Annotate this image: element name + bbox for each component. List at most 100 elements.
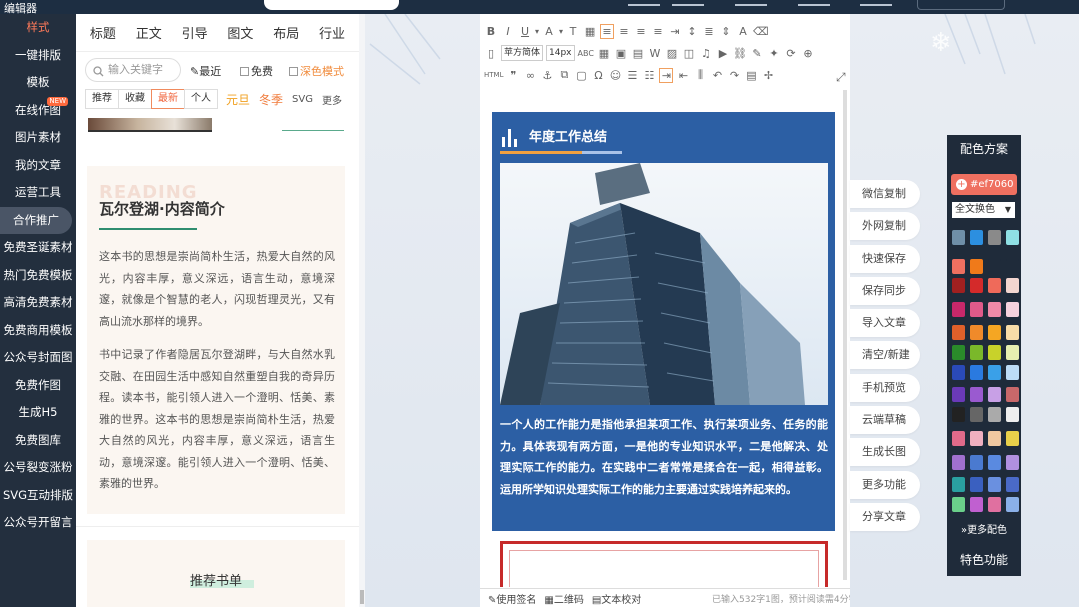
color-swatch[interactable]	[988, 230, 1001, 245]
copy-icon[interactable]: ⧉	[557, 68, 571, 82]
color-swatch[interactable]	[970, 455, 983, 470]
color-swatch[interactable]	[988, 477, 1001, 492]
action-button[interactable]: 分享文章	[850, 502, 920, 531]
music-icon[interactable]: ♫	[699, 47, 713, 60]
html-icon[interactable]: HTML	[484, 71, 503, 79]
style-card[interactable]: READING 瓦尔登湖·内容简介 这本书的思想是崇尚简朴生活，热爱大自然的风光…	[87, 166, 345, 514]
color-swatch[interactable]	[952, 477, 965, 492]
italic-icon[interactable]: I	[501, 25, 515, 38]
transform-icon[interactable]: ⟳	[784, 47, 798, 60]
picture-icon[interactable]: ▨	[665, 47, 679, 60]
top-menu-item[interactable]	[672, 0, 704, 6]
clear-format-icon[interactable]: ⌫	[753, 25, 769, 38]
current-color-button[interactable]: + #ef7060	[951, 174, 1017, 195]
color-swatch[interactable]	[988, 387, 1001, 402]
dropdown-icon[interactable]: ▾	[535, 27, 539, 36]
format-brush-icon[interactable]: ▯	[484, 47, 498, 60]
bold-icon[interactable]: B	[484, 25, 498, 38]
top-menu-item[interactable]	[860, 0, 892, 6]
letter-spacing-icon[interactable]: A	[736, 25, 750, 38]
action-button[interactable]: 导入文章	[850, 309, 920, 338]
filter-tab[interactable]: 推荐	[85, 89, 119, 109]
color-swatch[interactable]	[988, 365, 1001, 380]
color-swatch[interactable]	[988, 259, 1001, 274]
dark-mode-filter[interactable]: 深色模式	[289, 63, 344, 79]
color-swatch[interactable]	[1006, 325, 1019, 340]
grid-icon[interactable]: ▤	[631, 47, 645, 60]
nav-item[interactable]: 生成H5	[0, 399, 76, 427]
color-swatch[interactable]	[1006, 278, 1019, 293]
align-right-icon[interactable]: ≡	[634, 25, 648, 38]
frame-icon[interactable]: ▢	[574, 69, 588, 82]
editor-scrollbar[interactable]	[843, 90, 847, 580]
action-button[interactable]: 云端草稿	[850, 406, 920, 435]
qrcode-button[interactable]: ▦二维码	[544, 591, 583, 606]
nav-item[interactable]: 图片素材	[0, 124, 76, 152]
color-swatch[interactable]	[1006, 365, 1019, 380]
justify-icon[interactable]: ≡	[651, 25, 665, 38]
table-icon[interactable]: ▦	[597, 47, 611, 60]
text-style-icon[interactable]: T	[566, 25, 580, 38]
color-swatch[interactable]	[952, 302, 965, 317]
color-swatch[interactable]	[970, 365, 983, 380]
nav-item[interactable]: 一键排版	[0, 42, 76, 70]
category-tab[interactable]: 正文	[136, 23, 162, 42]
color-swatch[interactable]	[970, 345, 983, 360]
action-button[interactable]: 保存同步	[850, 276, 920, 305]
nav-item[interactable]: 免费商用模板	[0, 317, 76, 345]
top-menu-item[interactable]	[798, 0, 830, 6]
direction-icon[interactable]: ⇥	[659, 67, 674, 83]
color-swatch[interactable]	[1006, 455, 1019, 470]
color-swatch[interactable]	[988, 455, 1001, 470]
chain-icon[interactable]: ∞	[523, 69, 537, 82]
color-swatch[interactable]	[988, 302, 1001, 317]
dark-mode-checkbox[interactable]	[289, 67, 298, 76]
color-swatch[interactable]	[1006, 230, 1019, 245]
free-checkbox[interactable]	[240, 67, 249, 76]
color-mode-select[interactable]: 全文换色 ▼	[952, 202, 1015, 218]
align-center-icon[interactable]: ≡	[617, 25, 631, 38]
tag-link[interactable]: 元旦	[226, 91, 250, 108]
color-swatch[interactable]	[988, 497, 1001, 512]
color-swatch[interactable]	[970, 477, 983, 492]
nav-item[interactable]: 公号裂变涨粉	[0, 454, 76, 482]
action-button[interactable]: 手机预览	[850, 373, 920, 402]
more-colors-link[interactable]: »更多配色	[947, 521, 1021, 536]
word-icon[interactable]: W	[648, 47, 662, 60]
emoji-icon[interactable]: ☺	[608, 69, 622, 82]
color-swatch[interactable]	[970, 431, 983, 446]
recent-filter[interactable]: ✎最近	[190, 63, 221, 79]
featured-functions[interactable]: 特色功能	[947, 551, 1021, 568]
action-button[interactable]: 微信复制	[850, 180, 920, 208]
redo-icon[interactable]: ↷	[727, 69, 741, 82]
anchor-icon[interactable]: ⚓	[540, 69, 554, 82]
spacing-icon[interactable]: ≣	[702, 25, 716, 38]
color-swatch[interactable]	[952, 455, 965, 470]
color-swatch[interactable]	[970, 387, 983, 402]
magic-icon[interactable]: ✦	[767, 47, 781, 60]
nav-item[interactable]: 运营工具	[0, 179, 76, 207]
color-swatch[interactable]	[970, 302, 983, 317]
zoom-icon[interactable]: ⊕	[801, 47, 815, 60]
color-swatch[interactable]	[1006, 431, 1019, 446]
color-swatch[interactable]	[1006, 497, 1019, 512]
color-swatch[interactable]	[1006, 477, 1019, 492]
category-tab[interactable]: 行业	[319, 23, 345, 42]
template-icon[interactable]: ▤	[744, 69, 758, 82]
building-photo[interactable]	[500, 163, 828, 405]
category-tab[interactable]: 图文	[227, 23, 253, 42]
color-swatch[interactable]	[1006, 259, 1019, 274]
nav-item[interactable]: 公众号开留言	[0, 509, 76, 537]
action-button[interactable]: 快速保存	[850, 244, 920, 273]
tag-link[interactable]: SVG	[292, 94, 313, 105]
panel-scrollbar-thumb[interactable]	[360, 590, 364, 604]
color-swatch[interactable]	[970, 278, 983, 293]
style-thumbnail[interactable]	[88, 118, 212, 132]
category-tab[interactable]: 引导	[182, 23, 208, 42]
expand-icon[interactable]: ⤢	[836, 70, 846, 85]
category-tab[interactable]: 标题	[90, 23, 116, 42]
color-swatch[interactable]	[970, 407, 983, 422]
ordered-list-icon[interactable]: ☷	[642, 69, 656, 82]
undo-icon[interactable]: ↶	[710, 69, 724, 82]
nav-item[interactable]: 免费图库	[0, 427, 76, 455]
